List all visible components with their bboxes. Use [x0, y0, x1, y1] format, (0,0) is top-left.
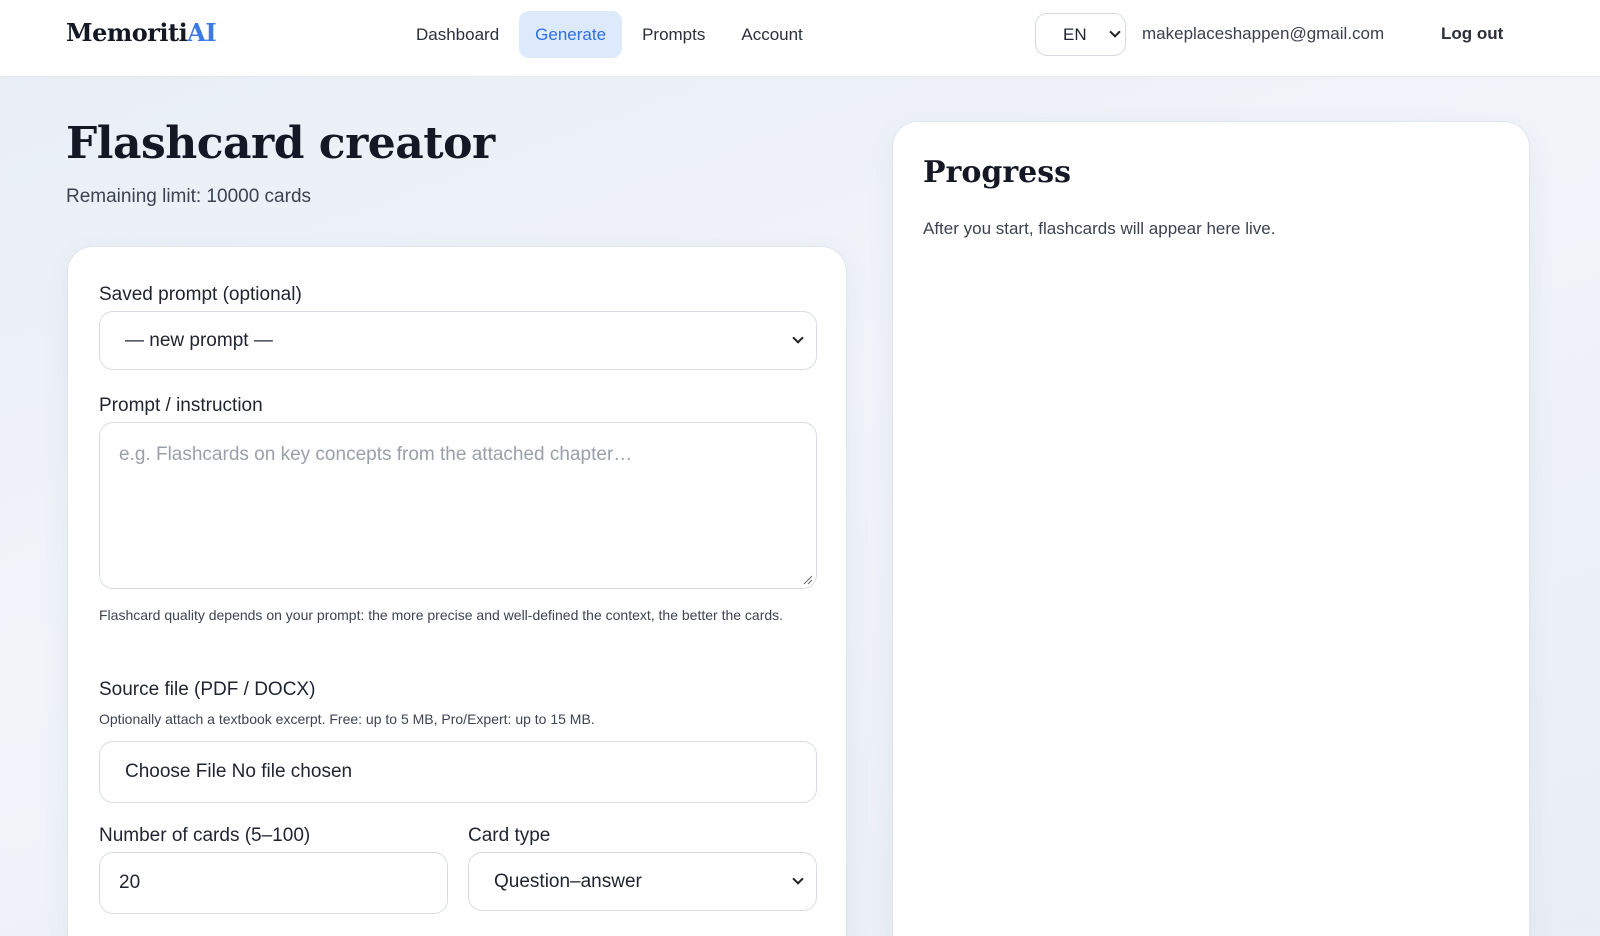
top-navigation-bar: MemoritiAI Dashboard Generate Prompts Ac… — [0, 0, 1600, 77]
user-email: makeplaceshappen@gmail.com — [1142, 24, 1385, 43]
brand-name-part2: AI — [187, 18, 217, 47]
saved-prompt-label: Saved prompt (optional) — [99, 284, 302, 305]
prompt-help-text: Flashcard quality depends on your prompt… — [99, 607, 784, 623]
logout-button[interactable]: Log out — [1441, 24, 1503, 44]
language-select[interactable]: EN — [1035, 13, 1126, 56]
main-nav: Dashboard Generate Prompts Account — [400, 11, 823, 58]
card-count-value: 20 — [119, 872, 141, 893]
nav-item-prompts[interactable]: Prompts — [626, 11, 721, 58]
source-file-label: Source file (PDF / DOCX) — [99, 679, 316, 700]
language-value: EN — [1063, 25, 1087, 44]
nav-item-dashboard[interactable]: Dashboard — [400, 11, 515, 58]
resize-handle-icon[interactable] — [803, 575, 813, 585]
saved-prompt-value: — new prompt — — [125, 329, 273, 351]
file-input-text: Choose File No file chosen — [125, 761, 352, 783]
card-type-label: Card type — [468, 825, 551, 846]
chevron-down-icon — [792, 872, 804, 885]
brand-name-part1: Memoriti — [66, 18, 188, 47]
source-file-help: Optionally attach a textbook excerpt. Fr… — [99, 711, 595, 727]
chevron-down-icon — [1109, 26, 1121, 38]
card-count-input[interactable]: 20 — [99, 852, 448, 914]
choose-file-button[interactable]: Choose File — [125, 761, 226, 782]
nav-item-generate[interactable]: Generate — [519, 11, 623, 58]
prompt-label: Prompt / instruction — [99, 395, 263, 416]
saved-prompt-select[interactable]: — new prompt — — [99, 311, 817, 370]
progress-empty-state: After you start, flashcards will appear … — [923, 219, 1276, 238]
progress-title: Progress — [923, 155, 1072, 190]
file-status: No file chosen — [231, 761, 353, 782]
progress-panel: Progress After you start, flashcards wil… — [892, 121, 1530, 936]
remaining-limit: Remaining limit: 10000 cards — [66, 186, 312, 207]
card-count-label: Number of cards (5–100) — [99, 825, 311, 846]
generator-form-card: Saved prompt (optional) — new prompt — P… — [67, 246, 847, 936]
chevron-down-icon — [792, 331, 804, 344]
page-title: Flashcard creator — [66, 118, 495, 169]
prompt-textarea[interactable]: e.g. Flashcards on key concepts from the… — [99, 422, 817, 589]
source-file-input[interactable]: Choose File No file chosen — [99, 741, 817, 803]
card-type-value: Question–answer — [494, 870, 642, 892]
nav-item-account[interactable]: Account — [725, 11, 818, 58]
card-type-select[interactable]: Question–answer — [468, 852, 817, 911]
prompt-placeholder: e.g. Flashcards on key concepts from the… — [119, 444, 633, 465]
brand-logo[interactable]: MemoritiAI — [66, 18, 217, 47]
